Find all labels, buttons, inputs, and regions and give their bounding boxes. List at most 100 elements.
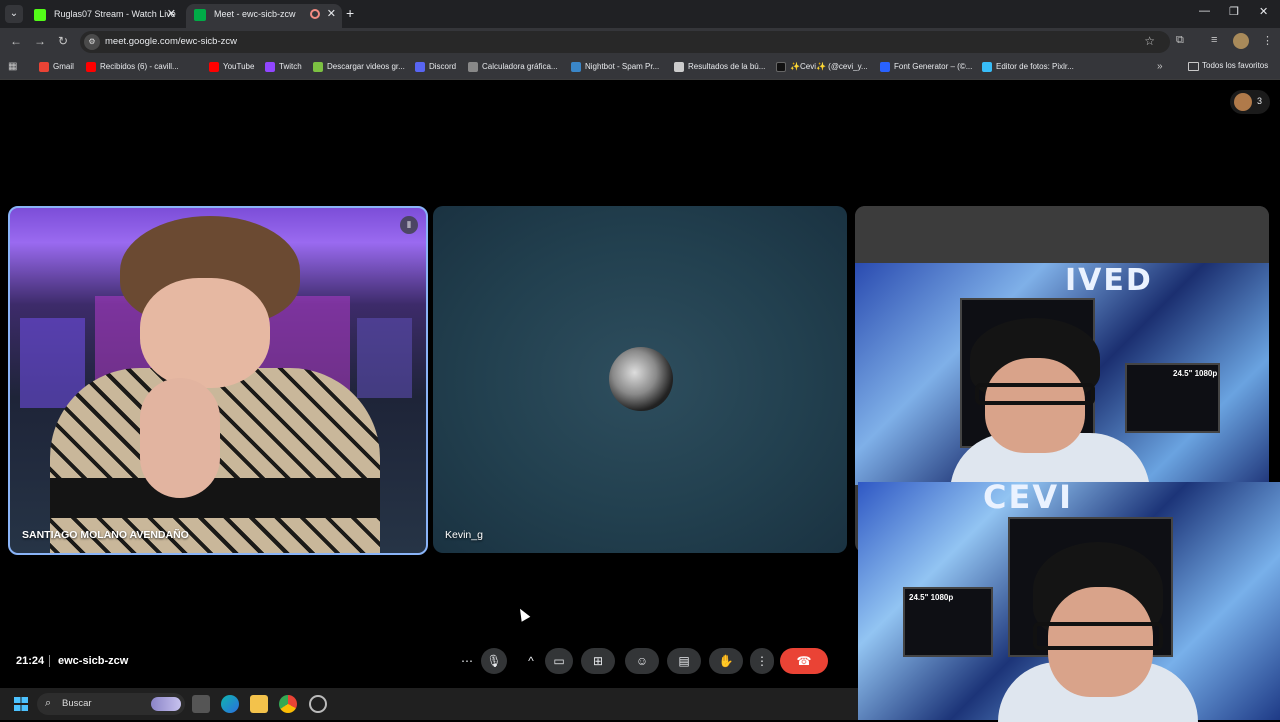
minimize-icon[interactable]: — (1199, 5, 1210, 17)
bookmark-label: Calculadora gráfica... (482, 62, 558, 71)
meeting-code: ewc-sicb-zcw (58, 655, 129, 667)
bookmark-calculadora[interactable]: Calculadora gráfica... (468, 61, 558, 75)
gmail-icon (39, 62, 49, 72)
bookmark-nightbot[interactable]: Nightbot - Spam Pr... (571, 61, 659, 75)
bookmark-resultados[interactable]: Resultados de la bú... (674, 61, 765, 75)
participant-face (140, 278, 270, 388)
wall-sign: IVED (1065, 263, 1153, 298)
browser-toolbar: ← → ↻ ⚙ meet.google.com/ewc-sicb-zcw ☆ ⧉… (0, 28, 1280, 56)
bookmark-descargar-videos[interactable]: Descargar videos gr... (313, 61, 405, 75)
edge-icon[interactable] (221, 695, 239, 713)
monitor: 24.5" 1080p (1125, 363, 1220, 433)
tiktok-icon (776, 62, 786, 72)
monitor: 24.5" 1080p (903, 587, 993, 657)
calculator-icon (468, 62, 478, 72)
bookmark-youtube[interactable]: YouTube (209, 61, 254, 75)
new-tab-button[interactable]: + (346, 5, 354, 21)
tab-search-button[interactable]: ⌄ (5, 5, 23, 23)
participant-count: 3 (1257, 96, 1263, 106)
camera-icon[interactable]: ▭ (545, 648, 573, 674)
search-icon: ⌕ (45, 697, 52, 709)
bookmark-label: ✨Cevi✨ (@cevi_y... (790, 62, 868, 71)
emoji-reactions-icon[interactable]: ☺ (625, 648, 659, 674)
task-view-icon[interactable] (192, 695, 210, 713)
browser-tab-bar: ⌄ Ruglas07 Stream - Watch Live o ✕ Meet … (0, 0, 1280, 39)
bookmark-font-generator[interactable]: Font Generator – (©... (880, 61, 972, 75)
reload-icon[interactable]: ↻ (58, 34, 68, 48)
meeting-controls-bar: 21:24 ewc-sicb-zcw ⋯ 🎙 ^ ▭ ⊞ ☺ ▤ ✋ ⋮ ☎ (0, 641, 855, 681)
tab-meet[interactable]: Meet - ewc-sicb-zcw ✕ (186, 4, 342, 28)
bookmark-recibidos[interactable]: Recibidos (6) - cavill... (86, 61, 179, 75)
bookmarks-bar: ▦ Gmail Recibidos (6) - cavill... YouTub… (0, 56, 1280, 80)
speaking-indicator-icon: ⦀ (400, 216, 418, 234)
participant-avatar (609, 347, 673, 411)
present-screen-icon[interactable]: ⊞ (581, 648, 615, 674)
twitch-icon (265, 62, 275, 72)
extensions-icon[interactable]: ⧉ (1176, 34, 1184, 47)
monitor-label: 24.5" 1080p (1173, 369, 1218, 378)
microphone-icon[interactable]: 🎙 (481, 648, 507, 674)
folder-icon (1188, 62, 1199, 71)
participant-shirt-stripe (50, 478, 380, 518)
bookmark-label: Gmail (53, 62, 74, 71)
bookmark-gmail[interactable]: Gmail (39, 61, 74, 75)
url-text[interactable]: meet.google.com/ewc-sicb-zcw (105, 36, 237, 47)
close-tab-icon[interactable]: ✕ (327, 4, 336, 24)
leave-call-button[interactable]: ☎ (780, 648, 828, 674)
file-explorer-icon[interactable] (250, 695, 268, 713)
download-icon (313, 62, 323, 72)
kick-favicon-icon (34, 9, 46, 21)
youtube-icon (209, 62, 219, 72)
meeting-clock: 21:24 (16, 655, 45, 667)
media-controls-icon[interactable]: ≡ (1211, 34, 1217, 46)
bookmark-twitch[interactable]: Twitch (265, 61, 302, 75)
taskbar-search[interactable]: ⌕ Buscar (37, 693, 185, 715)
nightbot-icon (571, 62, 581, 72)
participant-video: IVED 24.5" 1080p (855, 263, 1269, 493)
bookmark-pixlr[interactable]: Editor de fotos: Pixlr... (982, 61, 1074, 75)
discord-icon (415, 62, 425, 72)
more-actions-icon[interactable]: ⋮ (750, 648, 774, 674)
bookmark-star-icon[interactable]: ☆ (1144, 34, 1155, 48)
audio-settings-chevron-icon[interactable]: ^ (517, 648, 545, 674)
meet-favicon-icon (194, 9, 206, 21)
windows-taskbar: ⌕ Buscar (0, 688, 858, 720)
more-menu-icon[interactable]: ⋮ (1262, 34, 1273, 47)
restore-icon[interactable]: ❐ (1229, 5, 1239, 18)
more-options-icon[interactable]: ⋯ (455, 648, 479, 674)
bookmark-label: YouTube (223, 62, 255, 71)
all-favorites-folder[interactable]: Todos los favoritos (1188, 61, 1269, 71)
apps-grid-icon[interactable]: ▦ (8, 61, 17, 72)
tab-title: Meet - ewc-sicb-zcw (214, 9, 296, 19)
windows-start-icon[interactable] (14, 697, 28, 711)
search-highlight-icon (151, 697, 181, 711)
close-tab-icon[interactable]: ✕ (167, 4, 176, 24)
bookmark-label: Font Generator – (©... (894, 62, 973, 71)
document-icon (674, 62, 684, 72)
glasses (975, 383, 1095, 405)
raise-hand-icon[interactable]: ✋ (709, 648, 743, 674)
forward-arrow-icon[interactable]: → (34, 34, 46, 48)
chrome-icon[interactable] (279, 695, 297, 713)
address-bar[interactable]: ⚙ meet.google.com/ewc-sicb-zcw ☆ (80, 31, 1170, 53)
close-window-icon[interactable]: ✕ (1259, 5, 1268, 18)
site-info-icon[interactable]: ⚙ (84, 34, 100, 50)
captions-icon[interactable]: ▤ (667, 648, 701, 674)
bookmark-label: Resultados de la bú... (688, 62, 766, 71)
bookmark-label: Editor de fotos: Pixlr... (996, 62, 1074, 71)
tab-ruglas-stream[interactable]: Ruglas07 Stream - Watch Live o ✕ (26, 4, 182, 39)
participant-tile-santiago[interactable]: ⦀ SANTIAGO MOLANO AVENDAÑO (8, 206, 428, 555)
participant-tile-kevin[interactable]: Kevin_g (433, 206, 847, 553)
search-label: Buscar (62, 698, 92, 709)
more-bookmarks-chevron-icon[interactable]: » (1157, 61, 1163, 72)
bookmark-label: Twitch (279, 62, 302, 71)
profile-avatar[interactable] (1233, 33, 1249, 49)
participants-chip[interactable]: 3 (1230, 90, 1270, 114)
obs-icon[interactable] (309, 695, 327, 713)
participant-name: SANTIAGO MOLANO AVENDAÑO (22, 529, 189, 541)
font-generator-icon (880, 62, 890, 72)
back-arrow-icon[interactable]: ← (10, 34, 22, 48)
favorites-label: Todos los favoritos (1202, 61, 1269, 70)
bookmark-discord[interactable]: Discord (415, 61, 456, 75)
bookmark-cevi[interactable]: ✨Cevi✨ (@cevi_y... (776, 61, 868, 75)
